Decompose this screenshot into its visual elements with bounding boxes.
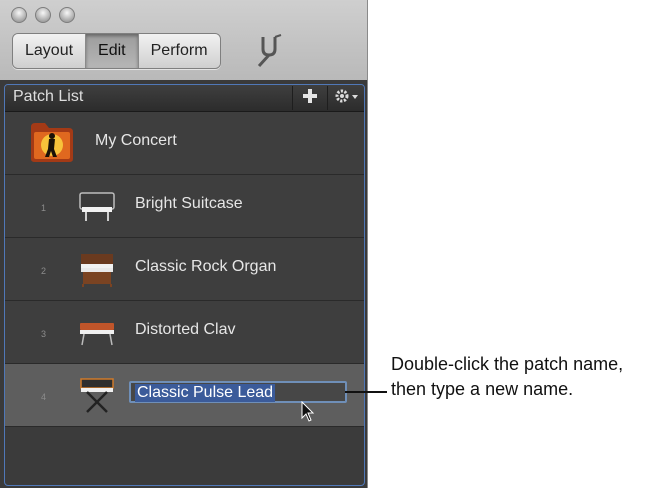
patch-number: 3 [41, 329, 47, 339]
gear-icon [334, 88, 360, 109]
patch-list-title: Patch List [13, 88, 84, 105]
organ-icon [77, 250, 117, 288]
close-button[interactable] [11, 7, 27, 23]
patch-list-header: Patch List [5, 85, 364, 112]
zoom-button[interactable] [59, 7, 75, 23]
title-bar [0, 0, 367, 32]
patch-list-panel: Patch List My Concert 1 Bright Suitcase … [4, 84, 365, 486]
action-menu-button[interactable] [327, 86, 364, 110]
annotation-text: Double-click the patch name, then type a… [391, 354, 624, 399]
patch-name-input[interactable]: Classic Pulse Lead [129, 381, 347, 403]
electric-piano-icon [77, 187, 117, 225]
tuning-fork-icon[interactable] [255, 33, 289, 69]
patch-row[interactable]: 2 Classic Rock Organ [5, 238, 364, 301]
plus-icon [302, 88, 318, 109]
mode-segmented-control: Layout Edit Perform [12, 33, 221, 69]
patch-name: Bright Suitcase [135, 195, 243, 212]
patch-name: Distorted Clav [135, 321, 236, 338]
patch-number: 4 [41, 392, 47, 402]
patch-row[interactable]: 3 Distorted Clav [5, 301, 364, 364]
perform-mode-button[interactable]: Perform [138, 34, 220, 68]
patch-number: 2 [41, 266, 47, 276]
minimize-button[interactable] [35, 7, 51, 23]
edit-mode-button[interactable]: Edit [86, 34, 139, 68]
callout-line [345, 391, 387, 393]
layout-mode-button[interactable]: Layout [13, 34, 87, 68]
concert-row[interactable]: My Concert [5, 112, 364, 175]
add-patch-button[interactable] [292, 86, 327, 110]
patch-name: Classic Rock Organ [135, 258, 277, 275]
synthesizer-icon [77, 376, 117, 414]
selected-patch-name: Classic Pulse Lead [135, 384, 276, 402]
app-window: Layout Edit Perform Patch List My Concer… [0, 0, 368, 488]
concert-folder-icon [29, 119, 75, 163]
clavinet-icon [77, 313, 117, 351]
patch-row-selected[interactable]: 4 Classic Pulse Lead [5, 364, 364, 427]
patch-row[interactable]: 1 Bright Suitcase [5, 175, 364, 238]
concert-name: My Concert [95, 132, 177, 149]
mouse-pointer-icon [301, 400, 315, 423]
patch-number: 1 [41, 203, 47, 213]
